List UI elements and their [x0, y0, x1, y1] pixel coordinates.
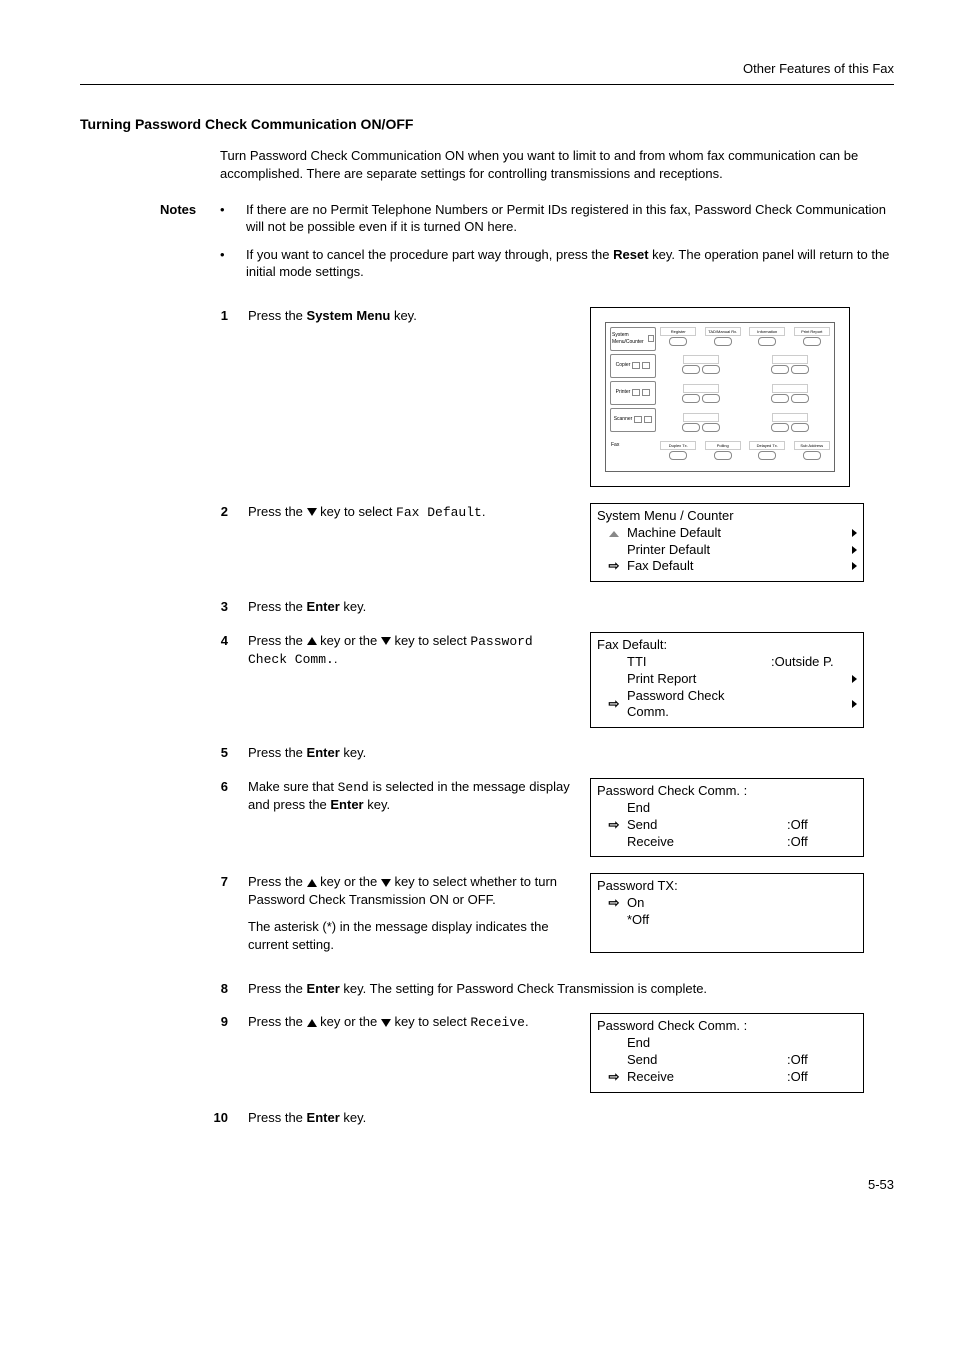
- step-text: Press the key or the key to select Passw…: [248, 632, 578, 679]
- steps-list: 1 Press the System Menu key. System Menu…: [80, 307, 894, 1127]
- lcd-display: Password Check Comm. : End Send:Off ⇨Rec…: [590, 1013, 864, 1093]
- lcd-item: TTI:Outside P.: [597, 654, 857, 671]
- lcd-title: Fax Default:: [597, 637, 857, 654]
- section-title: Turning Password Check Communication ON/…: [80, 115, 894, 134]
- selection-arrow-icon: ⇨: [607, 1069, 621, 1086]
- step-text: Press the key or the key to select wheth…: [248, 873, 578, 963]
- lcd-title: Password TX:: [597, 878, 857, 895]
- step: 5 Press the Enter key.: [80, 744, 894, 762]
- submenu-arrow-icon: [852, 675, 857, 683]
- lcd-item: Send:Off: [597, 1052, 857, 1069]
- lcd-item: *Off: [597, 912, 857, 929]
- submenu-arrow-icon: [852, 529, 857, 537]
- lcd-item: Print Report: [597, 671, 857, 688]
- note-text: If there are no Permit Telephone Numbers…: [246, 201, 894, 236]
- up-arrow-icon: [307, 637, 317, 645]
- down-arrow-icon: [381, 879, 391, 887]
- note-text: If you want to cancel the procedure part…: [246, 246, 894, 281]
- bullet-icon: •: [220, 246, 246, 281]
- lcd-item: Printer Default: [597, 542, 857, 559]
- step-number: 1: [188, 307, 248, 325]
- up-chevron-icon: [609, 531, 619, 537]
- panel-button: Printer: [610, 381, 656, 405]
- operation-panel-illustration: System Menu/Counter Copier Printer Scann…: [590, 307, 850, 487]
- panel-button: Copier: [610, 354, 656, 378]
- notes-label: Notes: [160, 201, 220, 291]
- step-text: Press the key or the key to select Recei…: [248, 1013, 578, 1042]
- down-arrow-icon: [381, 1019, 391, 1027]
- panel-label: Fax: [610, 435, 656, 457]
- step-text: Press the Enter key.: [248, 744, 848, 762]
- lcd-display: Password Check Comm. : End ⇨Send:Off Rec…: [590, 778, 864, 858]
- lcd-display: System Menu / Counter Machine Default Pr…: [590, 503, 864, 583]
- step: 7 Press the key or the key to select whe…: [80, 873, 894, 963]
- lcd-item: Machine Default: [597, 525, 857, 542]
- up-arrow-icon: [307, 879, 317, 887]
- lcd-title: Password Check Comm. :: [597, 1018, 857, 1035]
- selection-arrow-icon: ⇨: [607, 895, 621, 912]
- intro-paragraph: Turn Password Check Communication ON whe…: [220, 147, 894, 182]
- step-text: Make sure that Send is selected in the m…: [248, 778, 578, 824]
- step-number: 5: [188, 744, 248, 762]
- step-number: 10: [188, 1109, 248, 1127]
- lcd-item: [597, 929, 857, 946]
- step-text: Press the Enter key.: [248, 598, 848, 616]
- submenu-arrow-icon: [852, 562, 857, 570]
- step: 9 Press the key or the key to select Rec…: [80, 1013, 894, 1093]
- page-number: 5-53: [80, 1176, 894, 1194]
- step-number: 6: [188, 778, 248, 796]
- panel-button: System Menu/Counter: [610, 327, 656, 351]
- selection-arrow-icon: ⇨: [607, 558, 621, 575]
- bullet-icon: •: [220, 201, 246, 236]
- step-number: 8: [188, 980, 248, 998]
- lcd-item: ⇨Fax Default: [597, 558, 857, 575]
- lcd-item: ⇨Password Check Comm.: [597, 688, 857, 722]
- notes-block: Notes • If there are no Permit Telephone…: [160, 201, 894, 291]
- lcd-title: System Menu / Counter: [597, 508, 857, 525]
- step-text: Press the Enter key.: [248, 1109, 848, 1127]
- step: 6 Make sure that Send is selected in the…: [80, 778, 894, 858]
- step-number: 4: [188, 632, 248, 650]
- lcd-display: Fax Default: TTI:Outside P. Print Report…: [590, 632, 864, 728]
- lcd-item: ⇨On: [597, 895, 857, 912]
- step: 4 Press the key or the key to select Pas…: [80, 632, 894, 728]
- down-arrow-icon: [307, 508, 317, 516]
- step-text: Press the key to select Fax Default.: [248, 503, 578, 532]
- selection-arrow-icon: ⇨: [607, 817, 621, 834]
- selection-arrow-icon: ⇨: [607, 696, 621, 713]
- note-item: • If there are no Permit Telephone Numbe…: [220, 201, 894, 236]
- step-number: 9: [188, 1013, 248, 1031]
- lcd-display: Password TX: ⇨On *Off: [590, 873, 864, 953]
- step: 10 Press the Enter key.: [80, 1109, 894, 1127]
- lcd-item: End: [597, 1035, 857, 1052]
- lcd-item: ⇨Receive:Off: [597, 1069, 857, 1086]
- step-number: 2: [188, 503, 248, 521]
- down-arrow-icon: [381, 637, 391, 645]
- step: 2 Press the key to select Fax Default. S…: [80, 503, 894, 583]
- submenu-arrow-icon: [852, 700, 857, 708]
- up-arrow-icon: [307, 1019, 317, 1027]
- note-item: • If you want to cancel the procedure pa…: [220, 246, 894, 281]
- submenu-arrow-icon: [852, 546, 857, 554]
- notes-list: • If there are no Permit Telephone Numbe…: [220, 201, 894, 291]
- lcd-item: End: [597, 800, 857, 817]
- step: 1 Press the System Menu key. System Menu…: [80, 307, 894, 487]
- lcd-title: Password Check Comm. :: [597, 783, 857, 800]
- step: 3 Press the Enter key.: [80, 598, 894, 616]
- step-text: Press the System Menu key.: [248, 307, 578, 335]
- panel-button: Scanner: [610, 408, 656, 432]
- step-number: 7: [188, 873, 248, 891]
- lcd-item: ⇨Send:Off: [597, 817, 857, 834]
- step-text: Press the Enter key. The setting for Pas…: [248, 980, 848, 998]
- step-number: 3: [188, 598, 248, 616]
- page-header: Other Features of this Fax: [80, 60, 894, 85]
- lcd-item: Receive:Off: [597, 834, 857, 851]
- chapter-title: Other Features of this Fax: [743, 61, 894, 76]
- step: 8 Press the Enter key. The setting for P…: [80, 980, 894, 998]
